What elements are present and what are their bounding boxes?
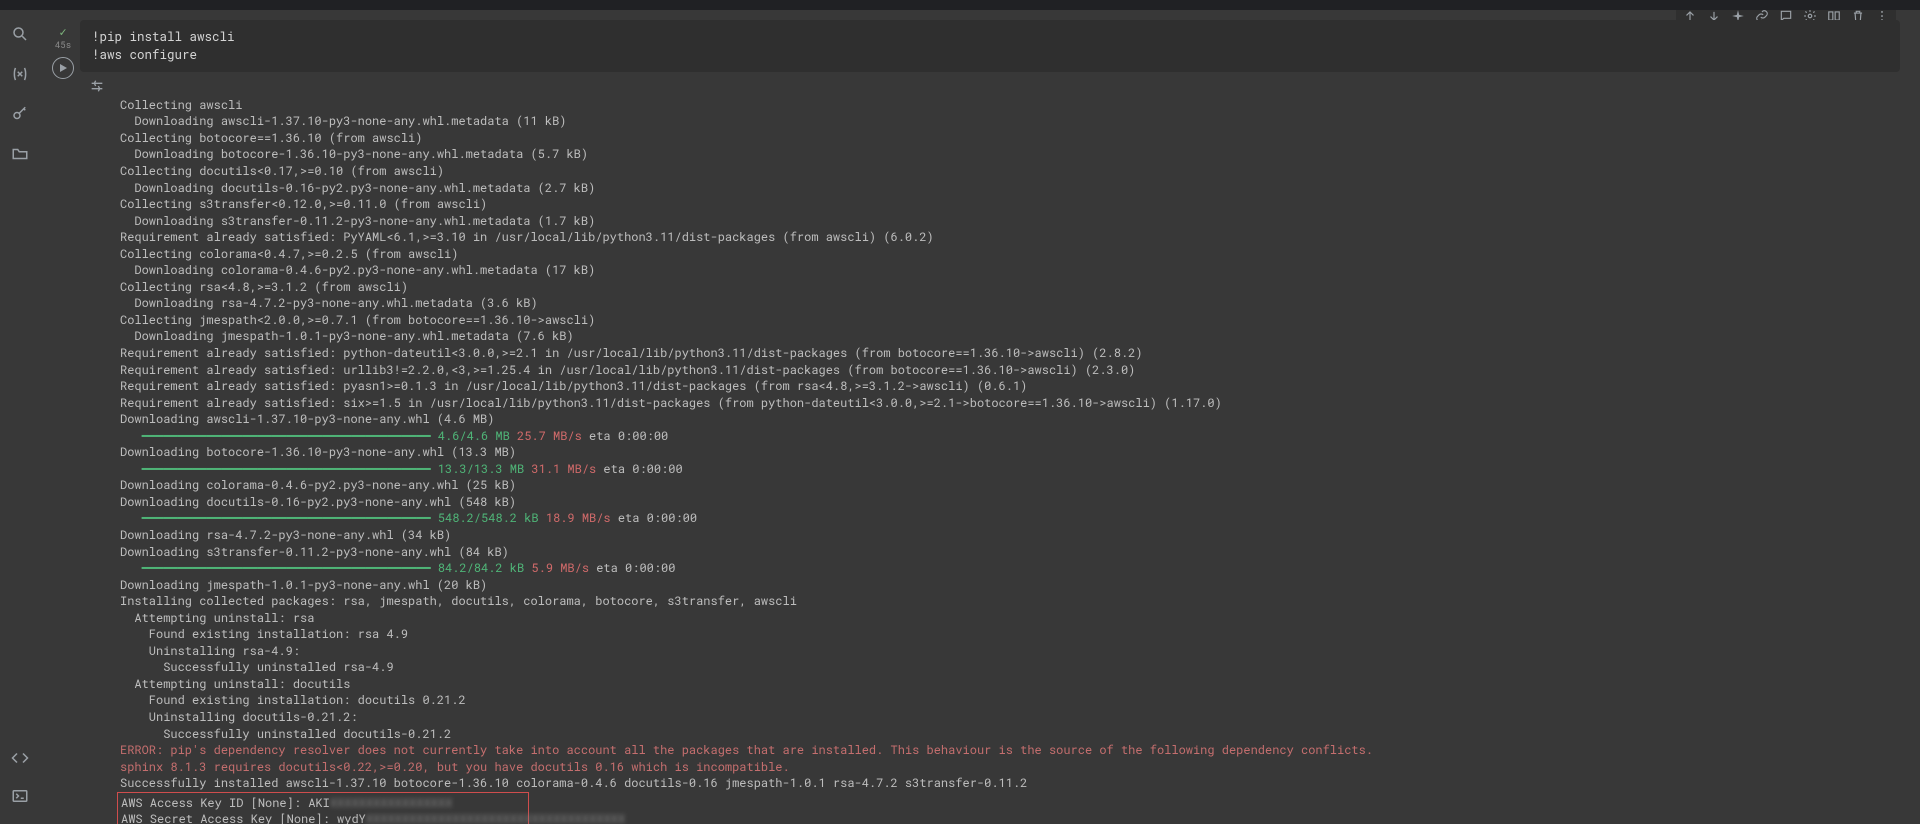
cell-output[interactable]: Collecting awscli Downloading awscli-1.3… xyxy=(114,72,1379,824)
output-line: Collecting awscli xyxy=(120,97,242,113)
output-line: Downloading s3transfer-0.11.2-py3-none-a… xyxy=(120,544,509,560)
output-line: Uninstalling docutils-0.21.2: xyxy=(120,709,358,725)
aws-secret-key-line: AWS Secret Access Key [None]: wydYXXXXXX… xyxy=(121,811,625,824)
code-line: !pip install awscli xyxy=(92,28,1888,46)
output-line: Downloading colorama-0.4.6-py2.py3-none-… xyxy=(120,477,516,493)
error-line: sphinx 8.1.3 requires docutils<0.22,>=0.… xyxy=(120,759,790,775)
output-line: Downloading docutils-0.16-py2.py3-none-a… xyxy=(120,180,595,196)
check-icon: ✓ xyxy=(59,26,66,38)
progress-bar: ━━━━━━━━━━━━━━━━━━━━━━━━━━━━━━━━━━━━━━━━… xyxy=(120,428,668,444)
output-line: Downloading colorama-0.4.6-py2.py3-none-… xyxy=(120,262,595,278)
code-line: !aws configure xyxy=(92,46,1888,64)
output-line: Requirement already satisfied: urllib3!=… xyxy=(120,362,1135,378)
exec-status: ✓ 45s xyxy=(55,26,71,51)
output-line: Collecting colorama<0.4.7,>=0.2.5 (from … xyxy=(120,246,458,262)
output-line: Requirement already satisfied: pyasn1>=0… xyxy=(120,378,1027,394)
terminal-icon[interactable] xyxy=(10,786,30,806)
output-line: Downloading awscli-1.37.10-py3-none-any.… xyxy=(120,411,494,427)
aws-access-key-line: AWS Access Key ID [None]: AKIXXXXXXXXXXX… xyxy=(121,795,452,811)
output-line: Found existing installation: docutils 0.… xyxy=(120,692,466,708)
secrets-icon[interactable] xyxy=(10,104,30,124)
output-line: Collecting jmespath<2.0.0,>=0.7.1 (from … xyxy=(120,312,595,328)
output-line: Downloading botocore-1.36.10-py3-none-an… xyxy=(120,146,588,162)
toggle-output-icon[interactable] xyxy=(89,78,105,824)
run-cell-button[interactable] xyxy=(52,57,74,79)
output-line: Collecting rsa<4.8,>=3.1.2 (from awscli) xyxy=(120,279,408,295)
output-line: Downloading awscli-1.37.10-py3-none-any.… xyxy=(120,113,566,129)
output-line: Collecting docutils<0.17,>=0.10 (from aw… xyxy=(120,163,444,179)
output-line: Successfully installed awscli-1.37.10 bo… xyxy=(120,775,1027,791)
code-cell: ✓ 45s !pip i xyxy=(46,20,1900,824)
output-line: Downloading rsa-4.7.2-py3-none-any.whl.m… xyxy=(120,295,538,311)
output-line: Installing collected packages: rsa, jmes… xyxy=(120,593,797,609)
output-line: Successfully uninstalled rsa-4.9 xyxy=(120,659,394,675)
variables-icon[interactable] xyxy=(10,64,30,84)
progress-bar: ━━━━━━━━━━━━━━━━━━━━━━━━━━━━━━━━━━━━━━━━… xyxy=(120,510,697,526)
top-menu-strip xyxy=(0,0,1920,10)
output-line: Downloading docutils-0.16-py2.py3-none-a… xyxy=(120,494,516,510)
code-snippets-icon[interactable] xyxy=(10,748,30,768)
output-line: Collecting s3transfer<0.12.0,>=0.11.0 (f… xyxy=(120,196,487,212)
output-line: Downloading rsa-4.7.2-py3-none-any.whl (… xyxy=(120,527,451,543)
cell-gutter: ✓ 45s xyxy=(46,20,80,824)
output-line: Successfully uninstalled docutils-0.21.2 xyxy=(120,726,451,742)
output-line: Attempting uninstall: rsa xyxy=(120,610,314,626)
output-line: Requirement already satisfied: six>=1.5 … xyxy=(120,395,1222,411)
output-line: Downloading s3transfer-0.11.2-py3-none-a… xyxy=(120,213,595,229)
output-line: Uninstalling rsa-4.9: xyxy=(120,643,300,659)
left-sidebar xyxy=(0,10,40,824)
output-line: Collecting botocore==1.36.10 (from awscl… xyxy=(120,130,422,146)
output-line: Requirement already satisfied: PyYAML<6.… xyxy=(120,229,934,245)
notebook-main[interactable]: ✓ 45s !pip i xyxy=(40,10,1920,824)
output-line: Found existing installation: rsa 4.9 xyxy=(120,626,408,642)
output-line: Attempting uninstall: docutils xyxy=(120,676,350,692)
code-editor[interactable]: !pip install awscli !aws configure xyxy=(80,20,1900,72)
files-icon[interactable] xyxy=(10,144,30,164)
error-line: ERROR: pip's dependency resolver does no… xyxy=(120,742,1373,758)
output-line: Requirement already satisfied: python-da… xyxy=(120,345,1143,361)
aws-configure-highlight: AWS Access Key ID [None]: AKIXXXXXXXXXXX… xyxy=(117,792,529,824)
output-line: Downloading jmespath-1.0.1-py3-none-any.… xyxy=(120,328,574,344)
progress-bar: ━━━━━━━━━━━━━━━━━━━━━━━━━━━━━━━━━━━━━━━━… xyxy=(120,560,675,576)
exec-time-label: 45s xyxy=(55,40,71,51)
output-line: Downloading jmespath-1.0.1-py3-none-any.… xyxy=(120,577,487,593)
search-icon[interactable] xyxy=(10,24,30,44)
output-line: Downloading botocore-1.36.10-py3-none-an… xyxy=(120,444,516,460)
progress-bar: ━━━━━━━━━━━━━━━━━━━━━━━━━━━━━━━━━━━━━━━━… xyxy=(120,461,683,477)
